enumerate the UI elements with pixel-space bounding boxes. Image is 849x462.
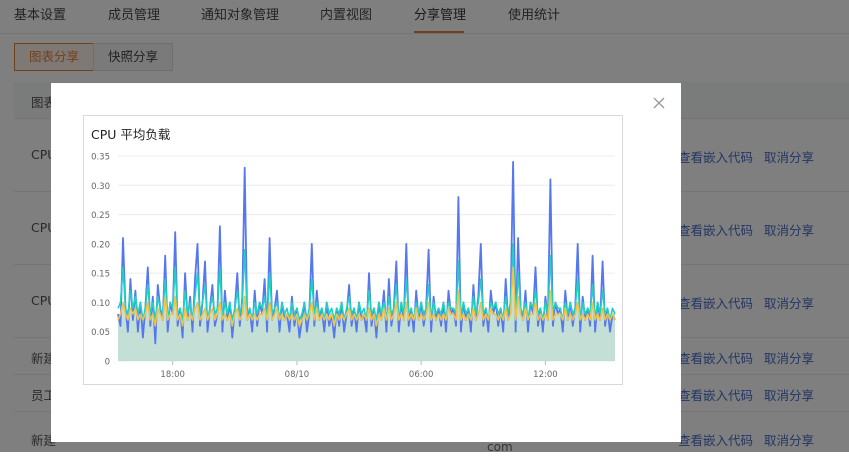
y-tick-label: 0.15 xyxy=(91,270,110,280)
y-tick-label: 0 xyxy=(105,358,110,368)
cpu-load-chart: 0 0.05 0.10 0.15 0.20 0.25 0.30 0.35 18:00 08/10… xyxy=(91,153,616,380)
y-tick-label: 0.30 xyxy=(91,182,110,192)
y-tick-label: 0.35 xyxy=(91,153,110,163)
x-tick-label: 08/10 xyxy=(285,370,310,380)
y-tick-label: 0.20 xyxy=(91,240,110,250)
x-tick-label: 06:00 xyxy=(409,370,434,380)
y-tick-label: 0.05 xyxy=(91,328,110,338)
y-tick-label: 0.25 xyxy=(91,211,110,221)
x-tick-label: 12:00 xyxy=(533,370,558,380)
close-icon[interactable] xyxy=(651,95,667,111)
chart-preview-modal: CPU 平均负载 0 0.05 0.10 0.15 0.20 0.25 0.30 0.35 1… xyxy=(51,83,681,442)
chart-panel: CPU 平均负载 0 0.05 0.10 0.15 0.20 0.25 0.30 0.35 1… xyxy=(83,115,623,385)
series-line-s2 xyxy=(117,243,616,321)
y-tick-label: 0.10 xyxy=(91,299,110,309)
x-tick-label: 18:00 xyxy=(160,370,185,380)
